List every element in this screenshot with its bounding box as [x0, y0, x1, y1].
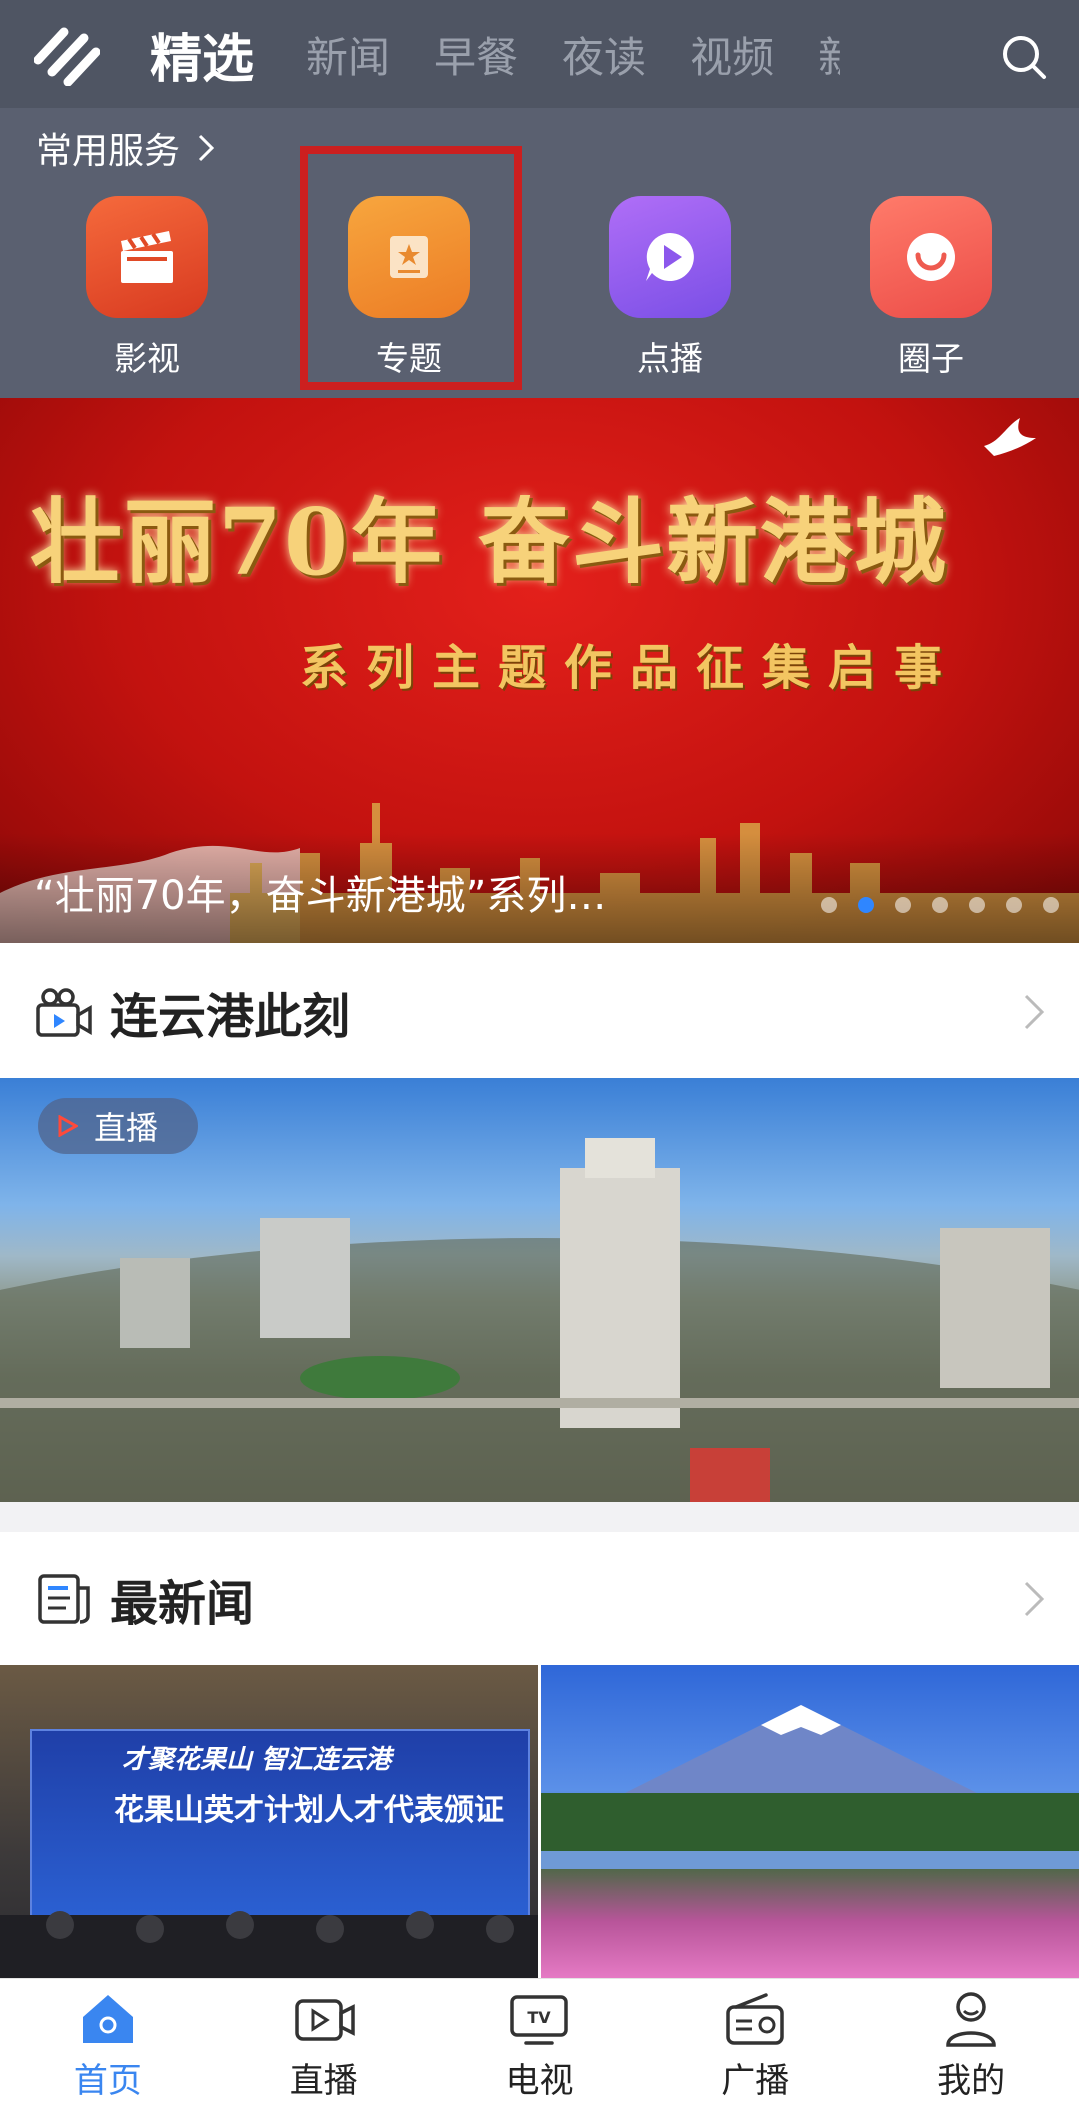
carousel-dot[interactable] — [895, 897, 911, 913]
service-label: 圈子 — [898, 339, 964, 378]
play-icon — [58, 1115, 78, 1137]
banner-subheadline: 系列主题作品征集启事 — [300, 640, 961, 696]
radio-icon — [726, 1993, 785, 2045]
carousel-dot[interactable] — [821, 897, 837, 913]
section-header-live[interactable]: 连云港此刻 — [0, 945, 1079, 1078]
news-thumbnail-landscape[interactable] — [541, 1665, 1079, 1978]
top-nav-bar: 精选 新闻 早餐 夜读 视频 新 — [0, 0, 1079, 108]
smile-icon — [870, 196, 992, 318]
live-badge-label: 直播 — [94, 1109, 159, 1147]
carousel-indicators — [800, 897, 1059, 913]
bottom-tab-live[interactable]: 直播 — [216, 1979, 432, 2110]
banner-carousel[interactable]: 壮丽70年 奋斗新港城 系列主题作品征集启事 “壮丽70年，奋斗新港城”系列… — [0, 398, 1079, 943]
services-title: 常用服务 — [36, 131, 181, 172]
user-icon — [946, 1992, 996, 2047]
live-stream-thumbnail[interactable]: 直播 — [0, 1078, 1079, 1502]
video-camera-icon — [36, 987, 92, 1037]
carousel-dot[interactable] — [932, 897, 948, 913]
channel-tabs: 精选 新闻 早餐 夜读 视频 新 — [150, 0, 980, 108]
banner-caption: “壮丽70年，奋斗新港城”系列… — [34, 873, 607, 919]
backdrop-title: 花果山英才计划人才代表颁证 — [114, 1793, 504, 1828]
news-thumbnail-ceremony[interactable]: 才聚花果山 智汇连云港 花果山英才计划人才代表颁证 — [0, 1665, 538, 1978]
search-icon[interactable] — [999, 32, 1049, 82]
common-services-panel: 常用服务 影视 专题 点播 圈子 — [0, 108, 1079, 398]
bottom-tab-radio[interactable]: 广播 — [647, 1979, 863, 2110]
tab-video[interactable]: 视频 — [690, 24, 774, 85]
service-label: 点播 — [637, 339, 703, 378]
tab-news[interactable]: 新闻 — [306, 24, 390, 85]
tv-icon: TV — [510, 1995, 569, 2045]
carousel-dot[interactable] — [1006, 897, 1022, 913]
audience-photo — [0, 1911, 538, 1978]
services-header-link[interactable]: 常用服务 — [36, 122, 216, 174]
service-on-demand[interactable]: 点播 — [590, 196, 750, 380]
carousel-dot-active[interactable] — [858, 897, 874, 913]
highlight-box — [300, 146, 522, 390]
service-circles[interactable]: 圈子 — [851, 196, 1011, 380]
section-divider — [0, 1502, 1079, 1532]
tab-more-truncated[interactable]: 新 — [818, 24, 840, 85]
bottom-tab-label: 直播 — [289, 2061, 358, 2101]
tab-night-reading[interactable]: 夜读 — [562, 24, 646, 85]
svg-text:TV: TV — [528, 2008, 552, 2027]
section-title: 最新闻 — [110, 1575, 255, 1632]
tab-breakfast[interactable]: 早餐 — [434, 24, 518, 85]
backdrop-slogan: 才聚花果山 智汇连云港 — [122, 1745, 392, 1775]
bottom-tab-label: 我的 — [937, 2061, 1006, 2101]
tab-featured[interactable]: 精选 — [150, 17, 254, 92]
banner-headline: 壮丽70年 奋斗新港城 — [30, 488, 949, 596]
chevron-right-icon — [1024, 994, 1045, 1030]
section-header-latest-news[interactable]: 最新闻 — [0, 1532, 1079, 1665]
service-label: 影视 — [114, 339, 180, 378]
play-bubble-icon — [609, 196, 731, 318]
news-document-icon — [38, 1573, 90, 1624]
clapperboard-icon — [86, 196, 208, 318]
bottom-tab-label: 首页 — [73, 2061, 142, 2101]
section-title: 连云港此刻 — [110, 988, 351, 1045]
live-badge[interactable]: 直播 — [38, 1098, 198, 1154]
home-icon — [82, 1995, 133, 2043]
carousel-dot[interactable] — [969, 897, 985, 913]
live-video-icon — [294, 1999, 355, 2041]
carousel-dot[interactable] — [1043, 897, 1059, 913]
mountain-photo — [541, 1705, 1079, 1869]
bottom-tab-tv[interactable]: TV 电视 — [432, 1979, 648, 2110]
chevron-right-icon — [1024, 1581, 1045, 1617]
bottom-tab-home[interactable]: 首页 — [0, 1979, 216, 2110]
service-film-tv[interactable]: 影视 — [67, 196, 227, 380]
app-logo-icon[interactable] — [34, 26, 100, 86]
bottom-tab-bar: 首页 直播 TV 电视 广播 我的 — [0, 1978, 1079, 2110]
chevron-right-icon — [198, 134, 215, 162]
bottom-tab-label: 广播 — [721, 2061, 790, 2101]
dove-icon — [984, 418, 1036, 456]
bottom-tab-profile[interactable]: 我的 — [863, 1979, 1079, 2110]
bottom-tab-label: 电视 — [505, 2061, 574, 2101]
